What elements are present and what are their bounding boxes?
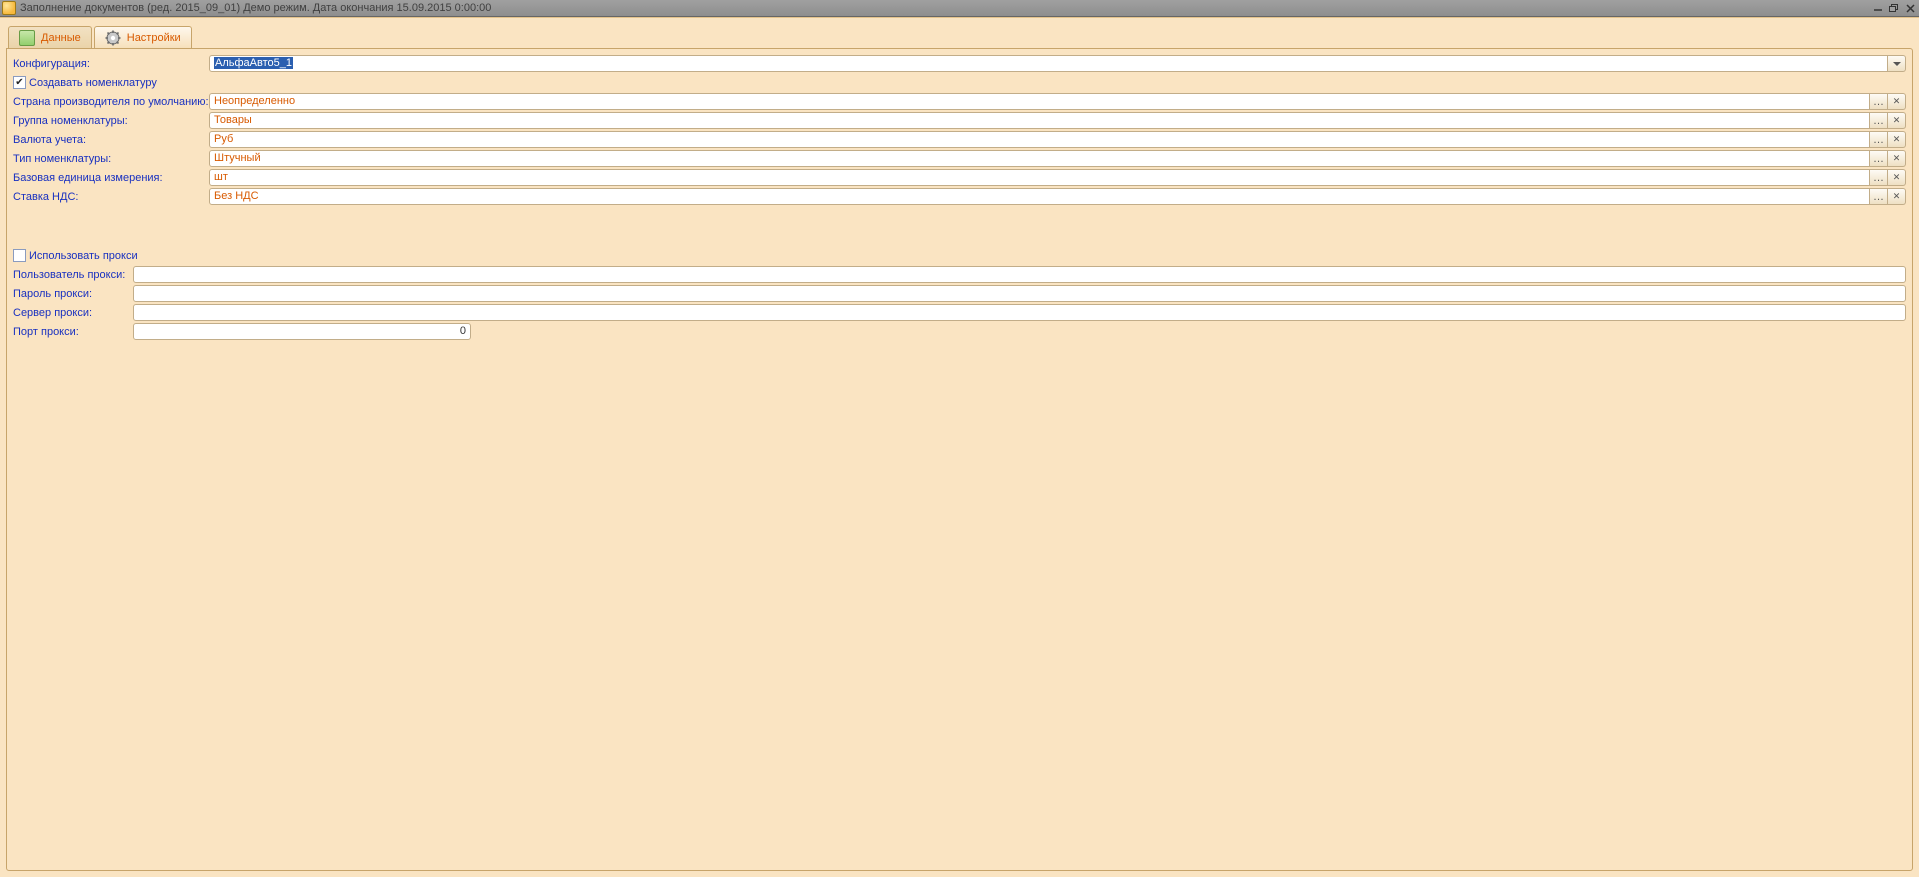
country-input[interactable]: Неопределенно <box>209 93 1870 110</box>
field-vat[interactable]: Без НДС <box>209 188 1906 205</box>
unit-select-button[interactable] <box>1870 169 1888 186</box>
label-proxy-pass: Пароль прокси: <box>13 288 133 300</box>
field-unit[interactable]: шт <box>209 169 1906 186</box>
label-unit: Базовая единица измерения: <box>13 172 209 184</box>
label-country: Страна производителя по умолчанию: <box>13 96 209 108</box>
field-type[interactable]: Штучный <box>209 150 1906 167</box>
window-title: Заполнение документов (ред. 2015_09_01) … <box>20 1 491 15</box>
label-type: Тип номенклатуры: <box>13 153 209 165</box>
tab-data[interactable]: Данные <box>8 26 92 49</box>
row-group: Группа номенклатуры: Товары <box>13 112 1906 129</box>
tabstrip: Данные Настройки <box>0 18 1919 48</box>
type-clear-button[interactable] <box>1888 150 1906 167</box>
proxy-user-input[interactable] <box>133 266 1906 283</box>
settings-panel: Конфигурация: АльфаАвто5_1 ✔ Создавать н… <box>6 48 1913 871</box>
row-proxy-pass: Пароль прокси: <box>13 285 1906 302</box>
field-config[interactable]: АльфаАвто5_1 <box>209 55 1906 72</box>
country-select-button[interactable] <box>1870 93 1888 110</box>
close-button[interactable] <box>1903 2 1917 14</box>
label-currency: Валюта учета: <box>13 134 209 146</box>
config-value: АльфаАвто5_1 <box>214 57 293 69</box>
field-proxy-pass[interactable] <box>133 285 1906 302</box>
row-proxy-user: Пользователь прокси: <box>13 266 1906 283</box>
window-buttons <box>1871 2 1917 14</box>
row-create-nomen: ✔ Создавать номенклатуру <box>13 74 1906 91</box>
label-proxy-user: Пользователь прокси: <box>13 269 133 281</box>
gear-icon <box>105 30 121 46</box>
row-currency: Валюта учета: Руб <box>13 131 1906 148</box>
field-proxy-port[interactable]: 0 <box>133 323 471 340</box>
config-dropdown-button[interactable] <box>1888 55 1906 72</box>
app-icon <box>2 1 16 15</box>
field-proxy-user[interactable] <box>133 266 1906 283</box>
use-proxy-checkbox[interactable] <box>13 249 26 262</box>
use-proxy-label: Использовать прокси <box>29 250 138 262</box>
restore-button[interactable] <box>1887 2 1901 14</box>
create-nomen-checkbox[interactable]: ✔ <box>13 76 26 89</box>
group-input[interactable]: Товары <box>209 112 1870 129</box>
tab-data-label: Данные <box>41 32 81 44</box>
create-nomen-checkbox-wrap[interactable]: ✔ Создавать номенклатуру <box>13 76 157 89</box>
tab-settings-label: Настройки <box>127 32 181 44</box>
currency-input[interactable]: Руб <box>209 131 1870 148</box>
type-select-button[interactable] <box>1870 150 1888 167</box>
label-group: Группа номенклатуры: <box>13 115 209 127</box>
unit-input[interactable]: шт <box>209 169 1870 186</box>
proxy-pass-input[interactable] <box>133 285 1906 302</box>
create-nomen-label: Создавать номенклатуру <box>29 77 157 89</box>
type-input[interactable]: Штучный <box>209 150 1870 167</box>
currency-select-button[interactable] <box>1870 131 1888 148</box>
row-config: Конфигурация: АльфаАвто5_1 <box>13 55 1906 72</box>
label-config: Конфигурация: <box>13 58 209 70</box>
country-clear-button[interactable] <box>1888 93 1906 110</box>
proxy-server-input[interactable] <box>133 304 1906 321</box>
row-proxy-server: Сервер прокси: <box>13 304 1906 321</box>
currency-clear-button[interactable] <box>1888 131 1906 148</box>
label-vat: Ставка НДС: <box>13 191 209 203</box>
data-icon <box>19 30 35 46</box>
config-input[interactable]: АльфаАвто5_1 <box>209 55 1888 72</box>
field-country[interactable]: Неопределенно <box>209 93 1906 110</box>
window-titlebar: Заполнение документов (ред. 2015_09_01) … <box>0 0 1919 17</box>
label-proxy-port: Порт прокси: <box>13 326 133 338</box>
field-currency[interactable]: Руб <box>209 131 1906 148</box>
row-country: Страна производителя по умолчанию: Неопр… <box>13 93 1906 110</box>
unit-clear-button[interactable] <box>1888 169 1906 186</box>
vat-clear-button[interactable] <box>1888 188 1906 205</box>
use-proxy-checkbox-wrap[interactable]: Использовать прокси <box>13 249 138 262</box>
vat-input[interactable]: Без НДС <box>209 188 1870 205</box>
row-proxy-port: Порт прокси: 0 <box>13 323 1906 340</box>
minimize-button[interactable] <box>1871 2 1885 14</box>
label-proxy-server: Сервер прокси: <box>13 307 133 319</box>
row-type: Тип номенклатуры: Штучный <box>13 150 1906 167</box>
proxy-port-input[interactable]: 0 <box>133 323 471 340</box>
row-use-proxy: Использовать прокси <box>13 247 1906 264</box>
field-proxy-server[interactable] <box>133 304 1906 321</box>
row-vat: Ставка НДС: Без НДС <box>13 188 1906 205</box>
vat-select-button[interactable] <box>1870 188 1888 205</box>
group-select-button[interactable] <box>1870 112 1888 129</box>
main-panel: Данные Настройки Конфигурац <box>0 17 1919 877</box>
row-unit: Базовая единица измерения: шт <box>13 169 1906 186</box>
tab-settings[interactable]: Настройки <box>94 26 192 49</box>
field-group[interactable]: Товары <box>209 112 1906 129</box>
group-clear-button[interactable] <box>1888 112 1906 129</box>
